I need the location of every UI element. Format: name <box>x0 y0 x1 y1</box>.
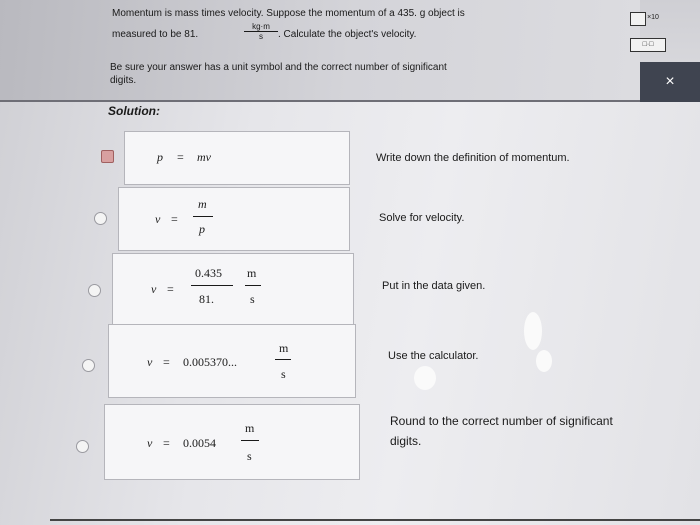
step-5-radio[interactable] <box>76 440 89 453</box>
step-4-value: 0.005370... <box>183 355 237 369</box>
step-4-unit-numerator: m <box>279 341 289 355</box>
step-5-lhs: v <box>147 436 153 450</box>
step-2-explanation: Solve for velocity. <box>379 212 465 224</box>
question-panel: Momentum is mass times velocity. Suppose… <box>0 0 640 102</box>
step-3-denominator: 81. <box>199 292 214 306</box>
scientific-notation-button[interactable]: ×10 <box>646 12 660 24</box>
question-line-2b: . Calculate the object's velocity. <box>278 29 417 40</box>
step-2-denominator: p <box>199 222 205 236</box>
step-2-lhs: v <box>155 212 161 226</box>
step-4-lhs: v <box>147 355 153 369</box>
step-5-value: 0.0054 <box>183 436 216 450</box>
step-3-numerator: 0.435 <box>195 266 222 280</box>
step-5-equals: = <box>163 436 170 450</box>
step-4-box: v = 0.005370... m s <box>108 324 356 398</box>
step-2-fraction-bar <box>193 216 213 217</box>
step-1-box: p = mv <box>124 131 350 185</box>
close-icon: × <box>665 73 675 90</box>
step-5-explanation: Round to the correct number of significa… <box>390 414 613 428</box>
step-2-box: v = m p <box>118 187 350 251</box>
momentum-unit-denominator: s <box>259 32 263 41</box>
momentum-unit-numerator: kg·m <box>244 22 278 32</box>
screen-glare <box>536 350 552 372</box>
step-1-equals: = <box>177 150 184 164</box>
step-5-unit-numerator: m <box>245 421 255 435</box>
step-4-radio[interactable] <box>82 359 95 372</box>
units-button[interactable]: □·□ <box>630 38 666 52</box>
question-line-1: Momentum is mass times velocity. Suppose… <box>112 8 465 19</box>
momentum-unit: kg·m s <box>244 22 278 41</box>
screen: Momentum is mass times velocity. Suppose… <box>0 0 700 525</box>
step-3-radio[interactable] <box>88 284 101 297</box>
screen-glare <box>414 366 436 390</box>
close-button[interactable]: × <box>640 62 700 102</box>
step-1-radio[interactable] <box>101 150 114 163</box>
step-3-box: v = 0.435 81. m s <box>112 253 354 325</box>
step-3-unit-bar <box>245 285 261 286</box>
step-1-rhs: mv <box>197 150 211 164</box>
question-line-4: digits. <box>110 75 137 86</box>
step-5-explanation-line-2: digits. <box>390 434 422 448</box>
step-3-explanation: Put in the data given. <box>382 280 486 292</box>
step-3-unit-numerator: m <box>247 266 257 280</box>
answer-box-button[interactable] <box>630 12 646 26</box>
step-5-unit-denominator: s <box>247 449 252 463</box>
panel-bottom-edge <box>50 519 700 521</box>
step-2-radio[interactable] <box>94 212 107 225</box>
screen-glare <box>524 312 542 350</box>
step-1-explanation: Write down the definition of momentum. <box>376 152 570 164</box>
question-line-3: Be sure your answer has a unit symbol an… <box>110 62 447 73</box>
step-2-equals: = <box>171 212 178 226</box>
question-line-2a: measured to be 81. <box>112 29 199 40</box>
step-3-unit-denominator: s <box>250 292 255 306</box>
step-4-explanation: Use the calculator. <box>388 350 479 362</box>
solution-label: Solution: <box>108 104 160 118</box>
step-3-lhs: v <box>151 282 157 296</box>
step-4-equals: = <box>163 355 170 369</box>
step-4-unit-denominator: s <box>281 367 286 381</box>
step-5-unit-bar <box>241 440 259 441</box>
step-4-unit-bar <box>275 359 291 360</box>
step-3-fraction-bar <box>191 285 233 286</box>
step-3-equals: = <box>167 282 174 296</box>
step-5-box: v = 0.0054 m s <box>104 404 360 480</box>
step-2-numerator: m <box>198 197 207 211</box>
step-1-lhs: p <box>157 150 163 164</box>
